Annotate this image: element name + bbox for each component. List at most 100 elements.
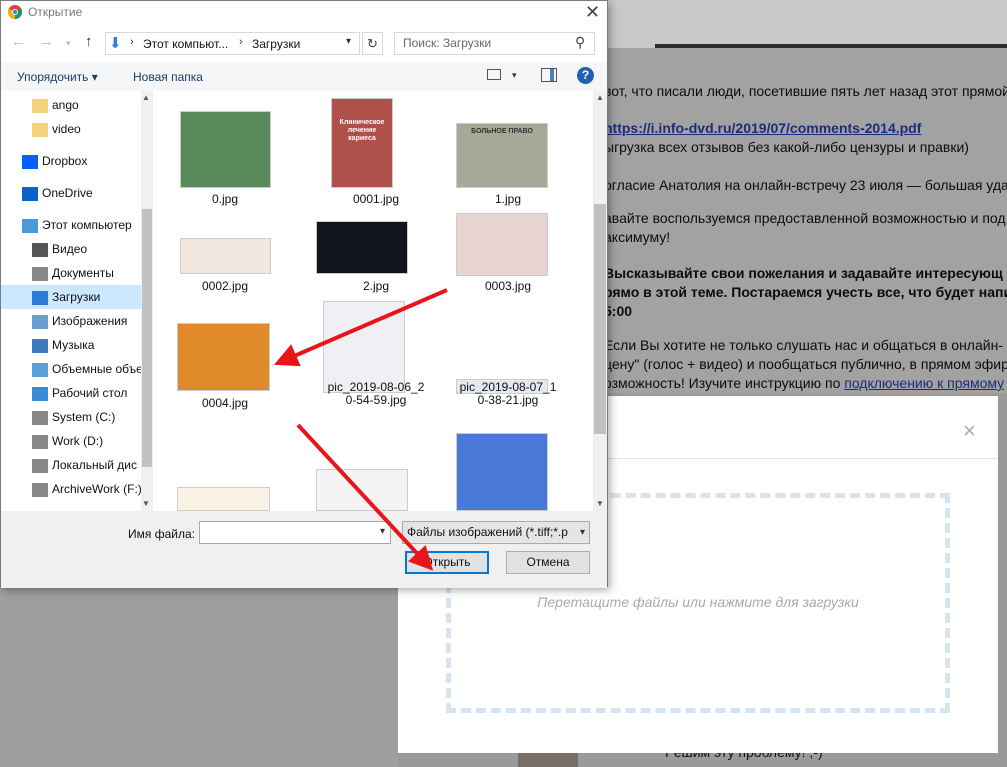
dialog-close-button[interactable]: ✕ [585,2,600,23]
desktop-icon [32,386,48,401]
nav-item-label: Объемные объе [52,362,141,376]
dialog-footer: Имя файла: ▾ Файлы изображений (*.tiff;*… [1,511,607,588]
back-arrow-icon[interactable]: ← [11,33,26,50]
preview-pane-icon[interactable] [541,68,557,82]
forum-line-text: озможность! Изучите инструкцию по [604,375,845,391]
scroll-up-icon[interactable]: ▲ [596,93,604,102]
dropzone-hint: Перетащите файлы или нажмите для загрузк… [537,594,859,610]
chevron-down-icon[interactable]: ▾ [380,526,385,537]
forum-pdf-link[interactable]: https://i.info-dvd.ru/2019/07/comments-2… [604,118,921,139]
downloads-icon [32,290,48,305]
file-thumbnail [180,111,271,188]
open-button[interactable]: Открыть [405,551,489,574]
nav-item-label: Dropbox [42,154,88,168]
forum-line: рямо в этой теме. Постараемся учесть все… [604,284,1007,300]
up-arrow-icon[interactable]: ↑ [85,33,93,50]
nav-item[interactable]: Объемные объе [1,357,141,381]
filetype-select[interactable]: Файлы изображений (*.tiff;*.p ▾ [402,521,590,544]
file-open-dialog: Открытие ✕ ← → ▾ ↑ ⬇ › Этот компьют... ›… [0,0,608,588]
forum-line: Высказывайте свои пожелания и задавайте … [604,265,1003,281]
refresh-icon: ↻ [367,36,378,51]
file-thumbnail [177,323,270,391]
navigation-pane: ango video Dropbox OneDrive Этот компьютер Ви… [1,91,153,511]
nav-item[interactable]: System (C:) [1,405,141,429]
nav-item[interactable]: Рабочий стол [1,381,141,405]
page-lower-area [0,587,398,767]
folder-icon [32,98,48,113]
organize-button[interactable]: Упорядочить ▾ [17,70,98,84]
help-icon[interactable]: ? [577,67,594,84]
breadcrumb-computer[interactable]: Этот компьют... [143,37,228,51]
forward-arrow-icon[interactable]: → [39,33,54,50]
file-thumbnail [180,238,271,274]
drive-icon [32,482,48,497]
breadcrumb-downloads[interactable]: Загрузки [252,37,300,51]
pictures-icon [32,314,48,329]
dropbox-icon [22,154,38,169]
chrome-icon [8,5,22,19]
nav-item-label: ArchiveWork (F:) [52,482,141,496]
dialog-title: Открытие [28,5,83,19]
file-name: pic_2019-08-07_1 0-38-21.jpg [459,380,557,407]
scroll-down-icon[interactable]: ▼ [596,499,604,508]
scroll-thumb[interactable] [594,204,606,434]
file-name: 0004.jpg [201,396,249,410]
search-input[interactable] [403,36,573,50]
refresh-button[interactable]: ↻ [362,32,383,55]
forum-line: ыгрузка всех отзывов без какой-либо ценз… [604,139,969,155]
scroll-thumb[interactable] [142,209,152,467]
nav-item[interactable]: Документы [1,261,141,285]
navigation-scrollbar[interactable]: ▲ ▼ [141,91,153,511]
view-icon[interactable] [487,69,501,80]
documents-icon [32,266,48,281]
forum-line: вот, что писали люди, посетившие пять ле… [604,83,1007,99]
file-list-scrollbar[interactable]: ▲ ▼ [593,91,607,511]
nav-item[interactable]: ArchiveWork (F:) [1,477,141,501]
avatar [518,752,578,767]
filename-field[interactable]: ▾ [199,521,391,544]
nav-item[interactable]: Этот компьютер [1,213,141,237]
search-box[interactable]: ⚲ [394,32,595,55]
nav-item-label: System (C:) [52,410,116,424]
file-thumbnail: БОЛЬНОЕ ПРАВО [456,123,548,188]
file-name: 0001.jpg [352,192,400,206]
video-icon [32,242,48,257]
chevron-down-icon[interactable]: ▾ [512,70,517,81]
computer-icon [22,218,38,233]
nav-item[interactable]: ango [1,93,141,117]
nav-item-label: video [52,122,81,136]
nav-item[interactable]: Видео [1,237,141,261]
nav-item[interactable]: Dropbox [1,149,141,173]
nav-item-label: Видео [52,242,88,256]
chevron-down-icon[interactable]: ▾ [346,36,351,47]
nav-item-label: Документы [52,266,114,280]
nav-item[interactable]: Музыка [1,333,141,357]
page-header [600,0,1007,48]
new-folder-button[interactable]: Новая папка [133,70,203,84]
scroll-down-icon[interactable]: ▼ [142,499,150,508]
nav-item[interactable]: Work (D:) [1,429,141,453]
cancel-button[interactable]: Отмена [506,551,590,574]
forum-line: Если Вы хотите не только слушать нас и о… [604,337,1003,353]
instruction-link[interactable]: подключению к прямому [844,375,1004,391]
nav-item[interactable]: video [1,117,141,141]
nav-item[interactable]: Изображения [1,309,141,333]
forum-line: цену" (голос + видео) и пообщаться публи… [604,356,1007,372]
address-field[interactable]: ⬇ › Этот компьют... › Загрузки ▾ [105,32,360,55]
file-name: 0003.jpg [484,279,532,293]
drive-icon [32,458,48,473]
nav-item[interactable]: Локальный дис [1,453,141,477]
search-icon: ⚲ [575,34,586,50]
breadcrumb-separator: › [239,36,243,48]
nav-item[interactable]: OneDrive [1,181,141,205]
forum-line: авайте воспользуемся предоставленной воз… [604,210,1006,226]
nav-item-label: Work (D:) [52,434,104,448]
drive-icon [32,410,48,425]
breadcrumb-separator: › [130,36,134,48]
file-list: 0.jpg Клиническое лечение кариеса 0001.jpg… [153,91,607,511]
nav-item[interactable]: Загрузки [1,285,141,309]
thumbnail-text: Клиническое лечение кариеса [339,119,385,142]
recent-dropdown-icon[interactable]: ▾ [66,38,71,49]
scroll-up-icon[interactable]: ▲ [142,93,150,102]
close-icon[interactable]: × [963,418,976,444]
